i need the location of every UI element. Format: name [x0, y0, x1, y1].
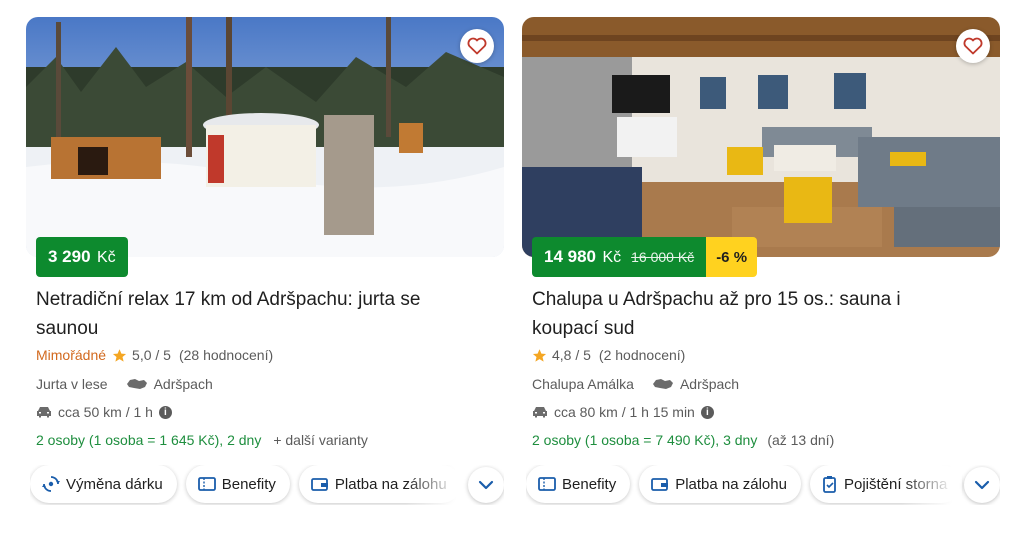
- offer-photo-cottage[interactable]: [522, 17, 1000, 257]
- persons-text: 2 osoby (1 osoba = 1 645 Kč), 2 dny: [36, 432, 262, 448]
- price-current: 14 980 Kč 16 000 Kč: [532, 237, 707, 277]
- ticket-icon: [538, 477, 556, 491]
- offer-card-cottage[interactable]: 14 980 Kč 16 000 Kč -6 % Chalupa u Adršp…: [522, 17, 1000, 517]
- meta-row: Chalupa Amálka Adršpach: [532, 376, 739, 392]
- expand-chips-button[interactable]: [468, 467, 504, 503]
- chip-benefits[interactable]: Benefity: [185, 465, 290, 503]
- review-count[interactable]: (2 hodnocení): [599, 347, 685, 363]
- wallet-icon: [651, 477, 669, 492]
- yurt-photo-illustration: [26, 17, 504, 257]
- chip-deposit-payment[interactable]: Platba na zálohu: [639, 465, 801, 503]
- chip-gift-exchange[interactable]: Výměna dárku: [30, 465, 177, 503]
- property-name: Chalupa Amálka: [532, 376, 634, 392]
- meta-row: Jurta v lese Adršpach: [36, 376, 213, 392]
- heart-icon: [963, 37, 983, 55]
- wallet-icon: [311, 477, 329, 492]
- chip-label: Platba na zálohu: [675, 475, 787, 493]
- cottage-photo-illustration: [522, 17, 1000, 257]
- property-name: Jurta v lese: [36, 376, 108, 392]
- price-original: 16 000 Kč: [631, 249, 695, 265]
- review-count[interactable]: (28 hodnocení): [179, 347, 273, 363]
- offer-title[interactable]: Netradiční relax 17 km od Adršpachu: jur…: [36, 285, 466, 343]
- rating-badge: Mimořádné: [36, 347, 107, 363]
- exchange-icon: [42, 475, 60, 493]
- discount-badge: -6 %: [706, 237, 758, 277]
- rating-row: Mimořádné 5,0 / 5 (28 hodnocení): [36, 347, 273, 363]
- car-icon: [36, 406, 52, 418]
- rating-row: 4,8 / 5 (2 hodnocení): [532, 347, 685, 363]
- chips-fade: [902, 465, 962, 505]
- chip-label: Benefity: [562, 475, 617, 493]
- star-icon: [532, 348, 547, 363]
- offer-card-yurt[interactable]: 3 290 Kč Netradiční relax 17 km od Adršp…: [26, 17, 504, 517]
- favorite-button[interactable]: [460, 29, 494, 63]
- max-days-text: (až 13 dní): [767, 432, 835, 448]
- more-variants-link[interactable]: + další varianty: [273, 432, 368, 448]
- distance-row: cca 80 km / 1 h 15 min i: [532, 404, 714, 420]
- rating-value: 4,8 / 5: [552, 347, 591, 363]
- info-icon[interactable]: i: [700, 405, 714, 419]
- location-name: Adršpach: [153, 376, 213, 392]
- ticket-icon: [197, 477, 216, 491]
- favorite-button[interactable]: [956, 29, 990, 63]
- distance-row: cca 50 km / 1 h i: [36, 404, 172, 420]
- distance-text: cca 80 km / 1 h 15 min: [554, 404, 695, 420]
- chip-label: Benefity: [221, 475, 276, 493]
- insurance-icon: [822, 475, 838, 493]
- car-icon: [532, 406, 548, 418]
- chip-label: Výměna dárku: [66, 475, 163, 493]
- offer-photo-yurt[interactable]: [26, 17, 504, 257]
- price-currency: Kč: [602, 249, 622, 266]
- rating-value: 5,0 / 5: [132, 347, 171, 363]
- variant-row: 2 osoby (1 osoba = 1 645 Kč), 2 dny + da…: [36, 432, 368, 448]
- chip-benefits[interactable]: Benefity: [526, 465, 631, 503]
- chevron-down-icon: [974, 480, 990, 490]
- chips-fade: [406, 465, 466, 505]
- price-badge: 14 980 Kč 16 000 Kč -6 %: [532, 237, 758, 277]
- chevron-down-icon: [478, 480, 494, 490]
- feature-chips: Benefity Platba na zálohu Pojištění stor…: [526, 465, 1000, 505]
- czech-map-icon: [126, 378, 148, 390]
- offer-title[interactable]: Chalupa u Adršpachu až pro 15 os.: sauna…: [532, 285, 962, 343]
- expand-chips-button[interactable]: [964, 467, 1000, 503]
- feature-chips: Výměna dárku Benefity Platba na zálohu: [30, 465, 504, 505]
- price-current: 3 290 Kč: [36, 237, 128, 277]
- location-name: Adršpach: [679, 376, 740, 392]
- price-currency: Kč: [97, 249, 116, 266]
- star-icon: [112, 348, 127, 363]
- czech-map-icon: [652, 378, 674, 390]
- variant-row: 2 osoby (1 osoba = 7 490 Kč), 3 dny (až …: [532, 432, 834, 448]
- price-amount: 14 980: [544, 247, 596, 266]
- distance-text: cca 50 km / 1 h: [58, 404, 153, 420]
- info-icon[interactable]: i: [158, 405, 172, 419]
- price-badge: 3 290 Kč: [36, 237, 128, 277]
- persons-text: 2 osoby (1 osoba = 7 490 Kč), 3 dny: [532, 432, 758, 448]
- heart-icon: [467, 37, 487, 55]
- price-amount: 3 290: [48, 247, 91, 266]
